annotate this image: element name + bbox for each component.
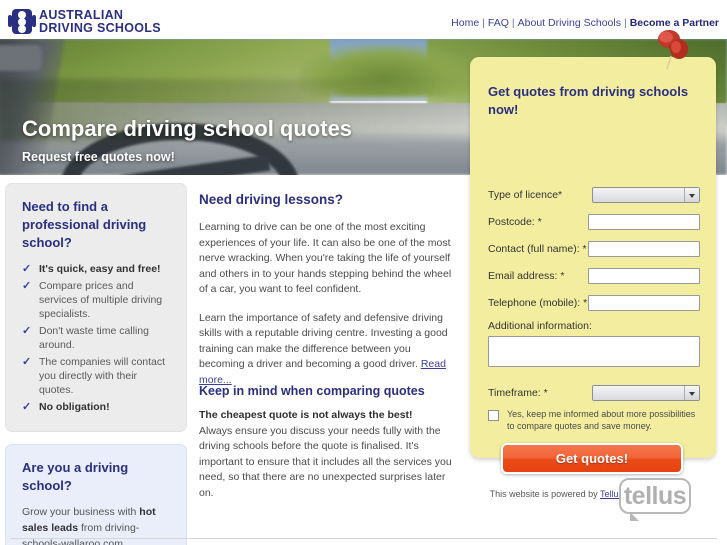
optin-row: Yes, keep me informed about more possibi… — [488, 409, 702, 432]
contact-name-input[interactable] — [588, 241, 700, 257]
powered-by-prefix: This website is powered by — [489, 489, 600, 499]
left-sidebar: Need to find a professional driving scho… — [5, 183, 187, 545]
timeframe-select[interactable] — [592, 385, 700, 401]
sidebar-box2-heading: Are you a driving school? — [22, 460, 129, 493]
list-item: ✓ The companies will contact you directly… — [22, 355, 172, 397]
site-header: AUSTRALIAN DRIVING SCHOOLS Home | FAQ | Abou… — [0, 0, 727, 39]
field-label-timeframe: Timeframe: * — [488, 387, 548, 399]
logo-line-1: AUSTRALIAN — [39, 8, 124, 22]
hero-title: Compare driving school quotes — [22, 116, 353, 141]
check-icon: ✓ — [22, 401, 32, 413]
top-navigation: Home | FAQ | About Driving Schools | Become a … — [451, 17, 719, 29]
main-content-section-1: Need driving lessons? Learning to drive … — [199, 192, 459, 401]
section2-body: The cheapest quote is not always the bes… — [199, 408, 461, 501]
sidebar-box2-body-pre: Grow your business with — [22, 506, 140, 518]
nav-link-faq[interactable]: FAQ — [488, 17, 509, 29]
list-item-label: It's quick, easy and free! — [39, 263, 161, 275]
telephone-input[interactable] — [588, 295, 700, 311]
list-item-label: Compare prices and services of multiple … — [39, 280, 163, 320]
section1-heading: Need driving lessons? — [199, 192, 344, 207]
check-icon: ✓ — [22, 263, 32, 275]
main-content-section-2: Keep in mind when comparing quotes The c… — [199, 384, 461, 514]
sidebar-box-are-you-a-school: Are you a driving school? Grow your busi… — [5, 444, 187, 545]
logo-text: AUSTRALIAN DRIVING SCHOOLS — [39, 9, 161, 34]
tellus-logo: tellus — [619, 478, 691, 521]
hero-subtitle: Request free quotes now! — [22, 150, 175, 164]
field-label-additional-information: Additional information: — [488, 320, 592, 332]
list-item-label: No obligation! — [39, 401, 110, 413]
nav-link-home[interactable]: Home — [451, 17, 479, 29]
field-row-contact-name: Contact (full name): * — [488, 239, 700, 259]
section2-heading: Keep in mind when comparing quotes — [199, 384, 425, 398]
nav-separator: | — [623, 17, 627, 29]
field-row-type-of-licence: Type of licence* — [488, 185, 700, 205]
logo-line-2: DRIVING SCHOOLS — [39, 20, 161, 35]
list-item: ✓ Don't waste time calling around. — [22, 324, 172, 352]
pushpin-icon — [658, 30, 688, 70]
additional-information-textarea[interactable] — [488, 336, 700, 367]
field-label-type-of-licence: Type of licence* — [488, 189, 563, 201]
nav-separator: | — [511, 17, 515, 29]
field-row-postcode: Postcode: * — [488, 212, 700, 232]
traffic-light-icon — [8, 9, 36, 34]
hero-text-block: Compare driving school quotes Request fr… — [22, 116, 353, 165]
section1-paragraph-2-text: Learn the importance of safety and defen… — [199, 311, 448, 371]
field-label-email: Email address: * — [488, 270, 565, 282]
get-quotes-button[interactable]: Get quotes! — [501, 443, 683, 474]
email-input[interactable] — [588, 268, 700, 284]
field-label-postcode: Postcode: * — [488, 216, 542, 228]
type-of-licence-select[interactable] — [592, 187, 700, 203]
list-item: ✓ No obligation! — [22, 400, 172, 414]
powered-by-text: This website is powered by Tellus — [490, 489, 623, 499]
check-icon: ✓ — [22, 356, 32, 368]
site-logo[interactable]: AUSTRALIAN DRIVING SCHOOLS — [8, 9, 161, 34]
postcode-input[interactable] — [588, 214, 700, 230]
section1-paragraph-2: Learn the importance of safety and defen… — [199, 311, 459, 389]
footer-divider — [10, 538, 717, 539]
section1-paragraph-1: Learning to drive can be one of the most… — [199, 221, 452, 295]
optin-checkbox[interactable] — [488, 410, 499, 421]
nav-separator: | — [482, 17, 485, 29]
chevron-down-icon[interactable] — [684, 188, 699, 202]
section2-lead: The cheapest quote is not always the bes… — [199, 409, 413, 421]
field-row-telephone: Telephone (mobile): * — [488, 293, 700, 313]
nav-link-about[interactable]: About Driving Schools — [518, 17, 621, 29]
list-item: ✓ Compare prices and services of multiple… — [22, 279, 172, 321]
sidebar-box-need-school: Need to find a professional driving scho… — [5, 183, 187, 432]
chevron-down-icon[interactable] — [684, 386, 699, 400]
section2-body-text: Always ensure you discuss your needs ful… — [199, 424, 452, 499]
optin-label: Yes, keep me informed about more possibi… — [507, 409, 696, 431]
field-label-telephone: Telephone (mobile): * — [488, 297, 588, 309]
sidebar-box1-heading: Need to find a professional driving scho… — [22, 199, 147, 250]
field-row-timeframe: Timeframe: * — [488, 383, 700, 403]
quote-request-form: Get quotes from driving schools now! Typ… — [470, 57, 716, 474]
list-item-label: Don't waste time calling around. — [39, 325, 149, 351]
page-root: AUSTRALIAN DRIVING SCHOOLS Home | FAQ | Abou… — [0, 0, 727, 545]
field-label-contact-name: Contact (full name): * — [488, 243, 587, 255]
form-title: Get quotes from driving schools now! — [488, 84, 689, 117]
list-item-label: The companies will contact you directly … — [39, 356, 166, 396]
field-row-email: Email address: * — [488, 266, 700, 286]
nav-link-become-a-partner[interactable]: Become a Partner — [630, 17, 719, 29]
check-icon: ✓ — [22, 325, 32, 337]
check-icon: ✓ — [22, 280, 32, 292]
benefit-list: ✓ It's quick, easy and free! ✓ Compare pri… — [22, 262, 172, 414]
list-item: ✓ It's quick, easy and free! — [22, 262, 172, 276]
